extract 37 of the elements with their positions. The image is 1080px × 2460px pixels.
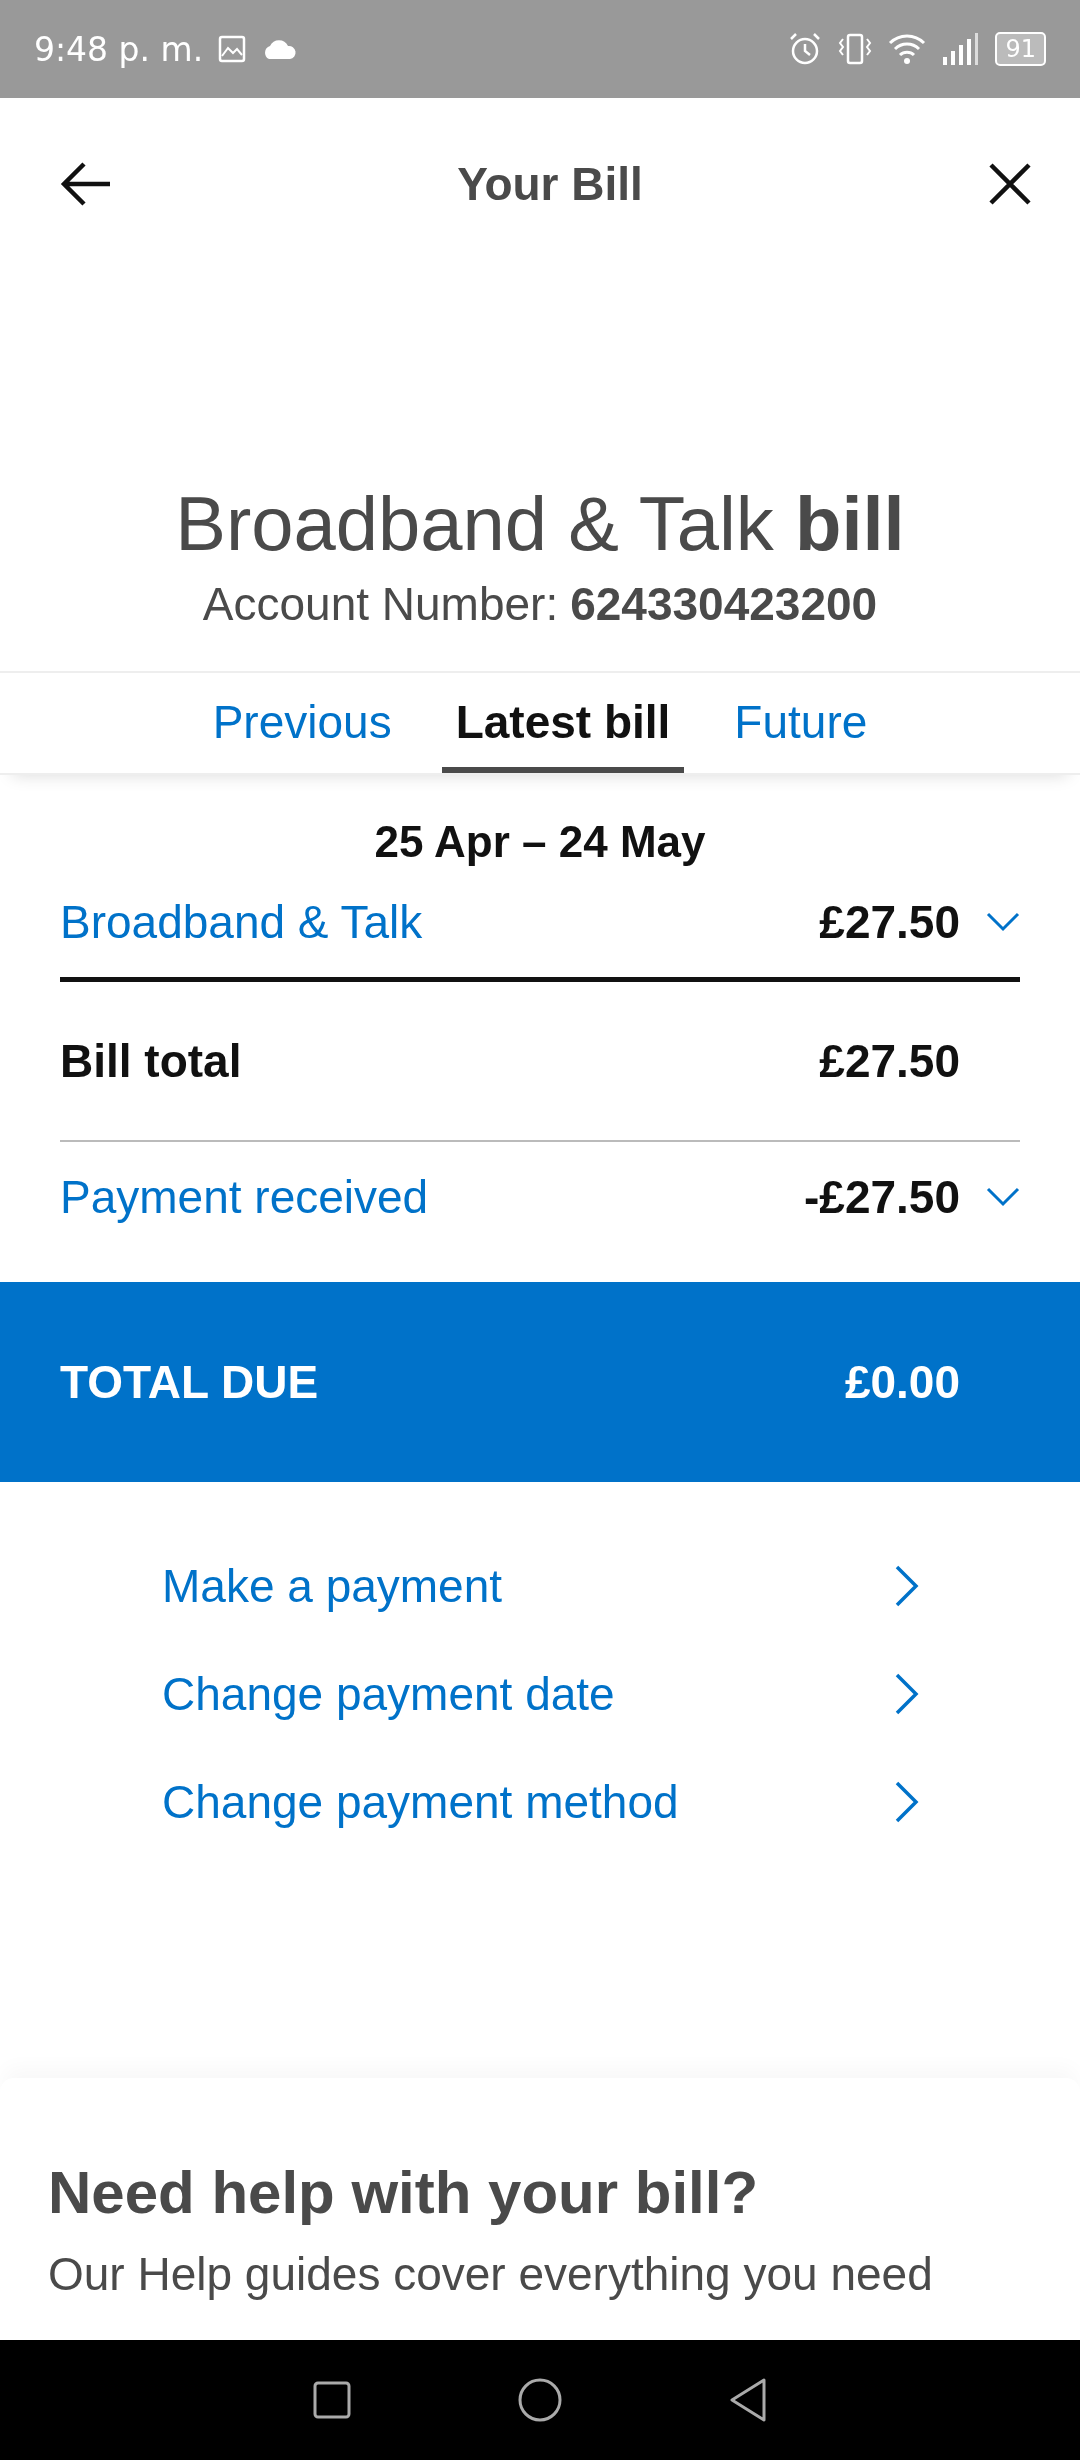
line-label: Broadband & Talk [60,895,424,949]
chevron-down-icon[interactable] [986,1187,1020,1207]
bill-title: Broadband & Talk bill [174,480,906,567]
help-heading: Need help with your bill? [48,2158,760,2227]
action-link[interactable]: Change payment date [162,1667,615,1721]
status-time: 9:48 p. m. [34,29,204,69]
recents-icon[interactable] [312,2380,353,2420]
battery-indicator: 91 [995,32,1046,66]
tab[interactable]: Previous [198,673,406,773]
line-item[interactable]: Payment received -£27.50 [60,1142,1020,1252]
tab[interactable]: Future [720,673,882,773]
home-icon[interactable] [517,2377,563,2423]
account-number: 624330423200 [570,577,878,631]
total-label: Bill total [60,1034,243,1088]
line-amount: -£27.50 [804,1170,960,1224]
action-link[interactable]: Make a payment [162,1559,503,1613]
close-icon[interactable] [988,162,1032,206]
line-item[interactable]: Broadband & Talk £27.50 [60,867,1020,982]
back-arrow-icon[interactable] [60,162,112,206]
chevron-right-icon[interactable] [894,1564,920,1608]
chevron-right-icon[interactable] [894,1780,920,1824]
total-due-amount: £0.00 [844,1355,960,1409]
vibrate-icon [837,31,874,67]
chevron-right-icon[interactable] [894,1672,920,1716]
tab[interactable]: Latest bill [441,673,685,773]
chevron-down-icon[interactable] [986,912,1020,932]
bill-period: 25 Apr – 24 May [373,817,707,867]
total-due-label: TOTAL DUE [60,1355,319,1409]
action-link[interactable]: Change payment method [162,1775,679,1829]
wifi-icon [887,31,928,67]
image-icon [217,34,248,64]
line-label: Payment received [60,1170,430,1224]
line-amount: £27.50 [819,895,960,949]
help-text: Our Help guides cover everything you need [48,2247,934,2301]
account-label: Account Number: [202,577,559,631]
total-amount: £27.50 [819,1034,960,1088]
page-title: Your Bill [457,157,643,211]
